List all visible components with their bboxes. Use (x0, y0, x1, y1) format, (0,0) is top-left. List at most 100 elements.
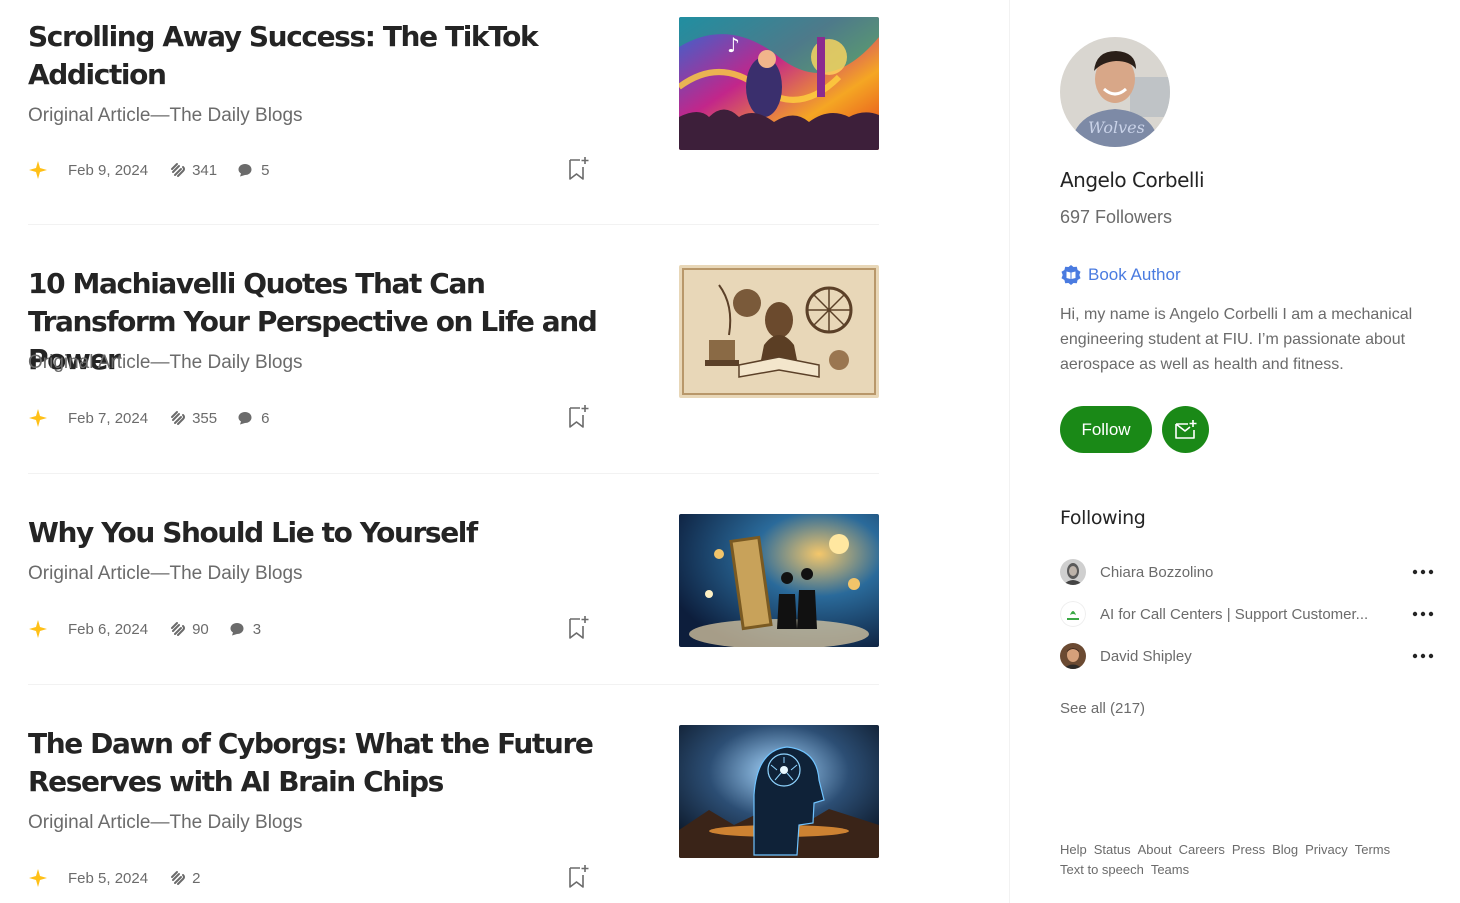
member-star-icon (29, 161, 47, 179)
footer-link-teams[interactable]: Teams (1151, 862, 1189, 877)
footer-link-privacy[interactable]: Privacy (1305, 842, 1348, 857)
more-options-icon[interactable] (1411, 602, 1435, 626)
following-avatar (1060, 601, 1086, 627)
following-avatar (1060, 559, 1086, 585)
tiktok-crowd-illustration: ♪ (679, 17, 879, 150)
article-subtitle: Original Article—The Daily Blogs (28, 105, 303, 126)
person-photo (1060, 559, 1086, 585)
following-item[interactable]: Chiara Bozzolino (1060, 559, 1435, 585)
subscribe-email-button[interactable] (1162, 406, 1209, 453)
footer-link-press[interactable]: Press (1232, 842, 1265, 857)
profile-photo: Wolves (1060, 37, 1170, 147)
clap-count-value: 341 (192, 161, 218, 179)
article-thumbnail[interactable] (679, 514, 879, 647)
following-avatar (1060, 643, 1086, 669)
clap-icon (171, 411, 186, 425)
article-title[interactable]: Scrolling Away Success: The TikTok Addic… (28, 18, 618, 94)
clap-count-value: 90 (192, 620, 209, 638)
profile-avatar[interactable]: Wolves (1060, 37, 1170, 147)
bookmark-add-icon[interactable] (567, 614, 591, 640)
article-title[interactable]: The Dawn of Cyborgs: What the Future Res… (28, 725, 618, 801)
response-count-value: 6 (261, 409, 270, 427)
article-divider (28, 224, 879, 225)
clap-icon (171, 622, 186, 636)
article-divider (28, 684, 879, 685)
following-item[interactable]: AI for Call Centers | Support Customer..… (1060, 601, 1435, 627)
clap-count[interactable]: 90 (168, 619, 209, 639)
cyborg-brain-illustration (679, 725, 879, 858)
clap-icon (171, 163, 186, 177)
clap-count[interactable]: 2 (168, 868, 200, 888)
profile-sidebar: Wolves Angelo Corbelli 697 Followers Boo… (1009, 0, 1460, 903)
following-heading: Following (1060, 507, 1146, 529)
response-bubble-icon (230, 623, 244, 636)
book-author-badge[interactable]: Book Author (1060, 264, 1181, 286)
book-author-icon (1061, 265, 1081, 285)
article-meta: Feb 6, 2024 90 3 (28, 617, 261, 641)
article-date: Feb 7, 2024 (68, 409, 149, 427)
bookmark-add-icon[interactable] (567, 155, 591, 181)
response-count[interactable]: 6 (237, 410, 269, 427)
member-star-icon (29, 869, 47, 887)
article-title[interactable]: Why You Should Lie to Yourself (28, 514, 618, 552)
clap-count[interactable]: 341 (168, 160, 217, 180)
footer-link-status[interactable]: Status (1094, 842, 1131, 857)
mirror-silhouettes-illustration (679, 514, 879, 647)
article-meta: Feb 5, 2024 2 (28, 866, 200, 890)
response-count[interactable]: 5 (237, 162, 269, 179)
article-subtitle: Original Article—The Daily Blogs (28, 352, 303, 373)
more-options-icon[interactable] (1411, 644, 1435, 668)
response-count[interactable]: 3 (229, 621, 261, 638)
following-name[interactable]: AI for Call Centers | Support Customer..… (1100, 606, 1400, 623)
email-subscribe-icon (1174, 419, 1196, 439)
clap-count-value: 2 (192, 869, 201, 887)
article-divider (28, 473, 879, 474)
article-card[interactable]: The Dawn of Cyborgs: What the Future Res… (28, 725, 879, 903)
following-name[interactable]: Chiara Bozzolino (1100, 564, 1400, 581)
response-bubble-icon (238, 412, 252, 425)
footer-link-about[interactable]: About (1138, 842, 1172, 857)
publication-logo (1060, 601, 1086, 627)
bookmark-add-icon[interactable] (567, 863, 591, 889)
article-date: Feb 9, 2024 (68, 161, 149, 179)
clap-icon (171, 871, 186, 885)
svg-text:♪: ♪ (727, 33, 740, 57)
article-thumbnail[interactable] (679, 265, 879, 398)
article-card[interactable]: 10 Machiavelli Quotes That Can Transform… (28, 265, 879, 455)
article-meta: Feb 9, 2024 341 5 (28, 158, 269, 182)
article-list: Scrolling Away Success: The TikTok Addic… (0, 0, 1008, 903)
member-star-icon (29, 620, 47, 638)
follower-count[interactable]: 697 Followers (1060, 207, 1172, 228)
footer-links: Help Status About Careers Press Blog Privacy Te… (1060, 840, 1440, 880)
footer-link-terms[interactable]: Terms (1355, 842, 1390, 857)
person-photo (1060, 643, 1086, 669)
clap-count-value: 355 (192, 409, 218, 427)
bookmark-add-icon[interactable] (567, 403, 591, 429)
member-star-icon (29, 409, 47, 427)
article-thumbnail[interactable] (679, 725, 879, 858)
following-item[interactable]: David Shipley (1060, 643, 1435, 669)
following-name[interactable]: David Shipley (1100, 648, 1400, 665)
response-bubble-icon (238, 164, 252, 177)
follow-button[interactable]: Follow (1060, 406, 1152, 453)
footer-link-blog[interactable]: Blog (1272, 842, 1298, 857)
footer-link-help[interactable]: Help (1060, 842, 1087, 857)
article-card[interactable]: Why You Should Lie to Yourself Original … (28, 514, 879, 664)
article-thumbnail[interactable]: ♪ (679, 17, 879, 150)
article-date: Feb 5, 2024 (68, 869, 149, 887)
see-all-following-link[interactable]: See all (217) (1060, 700, 1145, 717)
machiavelli-sepia-illustration (679, 265, 879, 398)
article-subtitle: Original Article—The Daily Blogs (28, 563, 303, 584)
response-count-value: 5 (261, 161, 270, 179)
profile-bio: Hi, my name is Angelo Corbelli I am a me… (1060, 306, 1413, 373)
book-author-label: Book Author (1088, 265, 1181, 284)
profile-name[interactable]: Angelo Corbelli (1060, 168, 1205, 192)
more-options-icon[interactable] (1411, 560, 1435, 584)
svg-text:Wolves: Wolves (1088, 118, 1145, 137)
response-count-value: 3 (252, 620, 262, 638)
clap-count[interactable]: 355 (168, 408, 217, 428)
footer-link-text-to-speech[interactable]: Text to speech (1060, 862, 1144, 877)
article-meta: Feb 7, 2024 355 6 (28, 406, 269, 430)
footer-link-careers[interactable]: Careers (1179, 842, 1225, 857)
article-card[interactable]: Scrolling Away Success: The TikTok Addic… (28, 17, 879, 207)
